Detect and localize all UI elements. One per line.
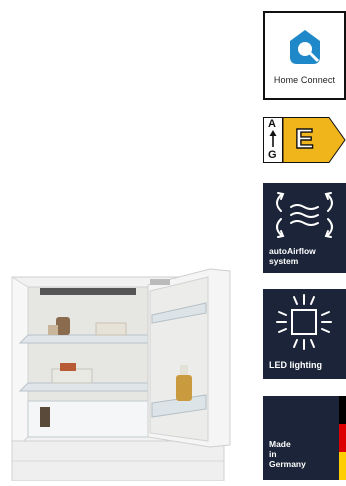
energy-scale-top: A bbox=[268, 118, 276, 130]
made-in-germany-badge: Made in Germany bbox=[263, 396, 346, 480]
home-connect-label: Home Connect bbox=[273, 75, 336, 85]
home-connect-icon bbox=[290, 30, 320, 64]
airflow-icon bbox=[276, 192, 333, 238]
energy-class: E bbox=[294, 122, 314, 154]
energy-scale-bottom: G bbox=[268, 149, 277, 161]
led-lighting-badge: LED lighting bbox=[263, 289, 346, 379]
led-light-icon bbox=[276, 294, 332, 350]
fridge-product-image bbox=[0, 195, 260, 482]
german-flag-icon bbox=[339, 396, 346, 480]
energy-label-badge: A G E bbox=[263, 117, 346, 163]
made-in-germany-label: Made in Germany bbox=[269, 439, 306, 469]
airflow-badge: autoAirflow system bbox=[263, 183, 346, 273]
led-label: LED lighting bbox=[269, 360, 322, 370]
home-connect-badge: Home Connect bbox=[263, 11, 346, 100]
airflow-label: autoAirflow system bbox=[269, 246, 316, 266]
